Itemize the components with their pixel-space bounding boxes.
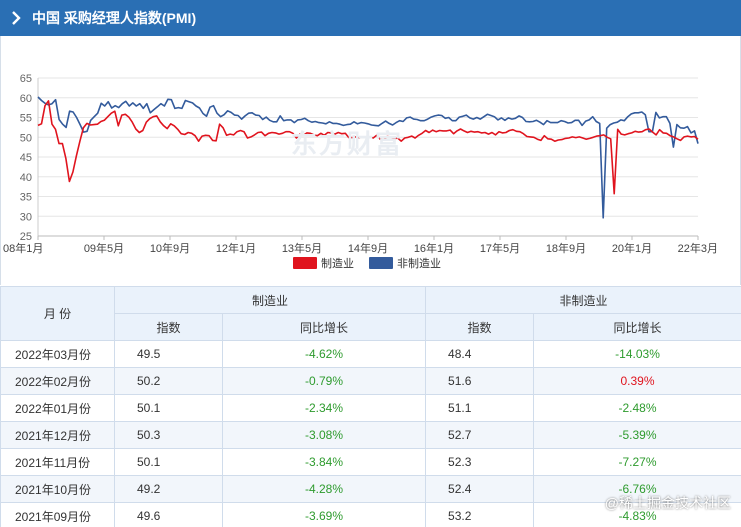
x-axis-ticks: 08年1月 09年5月 10年9月 12年1月 13年5月 14年9月 16年1月 17年5月… bbox=[3, 236, 718, 255]
month-cell: 2021年09月份 bbox=[0, 502, 115, 527]
x-tick-label: 16年1月 bbox=[414, 241, 454, 255]
x-tick-label: 20年1月 bbox=[612, 241, 652, 255]
mfg-index-cell: 49.6 bbox=[114, 502, 223, 527]
nonmfg-index-cell: 52.7 bbox=[425, 421, 535, 449]
mfg-yoy-cell: -3.08% bbox=[221, 421, 427, 449]
col-month-header: 月 份 bbox=[0, 286, 115, 341]
nonmfg-yoy-cell: -5.39% bbox=[533, 421, 741, 449]
x-tick-label: 10年9月 bbox=[150, 241, 190, 255]
nonmfg-yoy-cell: -14.03% bbox=[533, 340, 741, 368]
month-cell: 2021年10月份 bbox=[0, 475, 115, 503]
y-tick-label: 60 bbox=[20, 93, 32, 105]
table-row: 2021年12月份 50.3 -3.08% 52.7 -5.39% bbox=[0, 421, 741, 449]
y-tick-label: 40 bbox=[20, 172, 32, 184]
nonmfg-index-cell: 48.4 bbox=[425, 340, 535, 368]
panel-title: 中国 采购经理人指数(PMI) bbox=[32, 10, 197, 26]
mfg-yoy-cell: -3.84% bbox=[221, 448, 427, 476]
mfg-index-cell: 50.3 bbox=[114, 421, 223, 449]
x-tick-label: 22年3月 bbox=[678, 241, 718, 255]
chart-area: 东方财富 25 30 35 40 45 50 55 60 65 08年1月 09年5月 10年9月 1… bbox=[0, 36, 741, 285]
month-cell: 2022年01月份 bbox=[0, 394, 115, 422]
mfg-yoy-cell: -3.69% bbox=[221, 502, 427, 527]
y-axis-ticks: 25 30 35 40 45 50 55 60 65 bbox=[20, 73, 32, 243]
legend-label: 非制造业 bbox=[397, 256, 441, 270]
watermark: 东方财富 bbox=[291, 129, 404, 159]
x-tick-label: 17年5月 bbox=[480, 241, 520, 255]
month-cell: 2021年12月份 bbox=[0, 421, 115, 449]
legend-swatch bbox=[369, 257, 393, 269]
chart-legend: 制造业 非制造业 bbox=[293, 256, 441, 270]
mfg-yoy-cell: -2.34% bbox=[221, 394, 427, 422]
legend-label: 制造业 bbox=[321, 256, 354, 270]
pmi-table: 月 份 制造业 非制造业 指数 同比增长 指数 同比增长 2022年03月份 49… bbox=[0, 286, 741, 527]
nonmfg-index-cell: 52.3 bbox=[425, 448, 535, 476]
mfg-index-header: 指数 bbox=[114, 313, 223, 341]
x-tick-label: 12年1月 bbox=[216, 241, 256, 255]
y-tick-label: 55 bbox=[20, 113, 32, 125]
mfg-index-cell: 50.2 bbox=[114, 367, 223, 395]
y-tick-label: 25 bbox=[20, 231, 32, 243]
site-credit: @稀土掘金技术社区 bbox=[604, 495, 731, 511]
nonmfg-yoy-header: 同比增长 bbox=[533, 313, 741, 341]
month-cell: 2021年11月份 bbox=[0, 448, 115, 476]
panel-header[interactable]: 中国 采购经理人指数(PMI) bbox=[0, 0, 741, 36]
x-tick-label: 14年9月 bbox=[348, 241, 388, 255]
mfg-yoy-cell: -4.28% bbox=[221, 475, 427, 503]
nonmfg-index-cell: 53.2 bbox=[425, 502, 535, 527]
nonmfg-index-header: 指数 bbox=[425, 313, 535, 341]
pmi-panel: 中国 采购经理人指数(PMI) 东方财富 25 30 35 40 45 50 55 60 65 … bbox=[0, 0, 741, 527]
x-tick-label: 09年5月 bbox=[84, 241, 124, 255]
y-tick-label: 50 bbox=[20, 132, 32, 144]
mfg-yoy-cell: -4.62% bbox=[221, 340, 427, 368]
x-tick-label: 18年9月 bbox=[546, 241, 586, 255]
group-manufacturing-header: 制造业 bbox=[113, 286, 427, 314]
mfg-index-cell: 50.1 bbox=[114, 394, 223, 422]
nonmfg-index-cell: 51.1 bbox=[425, 394, 535, 422]
nonmfg-yoy-cell: -2.48% bbox=[533, 394, 741, 422]
month-cell: 2022年03月份 bbox=[0, 340, 115, 368]
table-row: 2022年03月份 49.5 -4.62% 48.4 -14.03% bbox=[0, 340, 741, 368]
table-row: 2022年01月份 50.1 -2.34% 51.1 -2.48% bbox=[0, 394, 741, 422]
mfg-index-cell: 49.5 bbox=[114, 340, 223, 368]
table-row: 2021年11月份 50.1 -3.84% 52.3 -7.27% bbox=[0, 448, 741, 476]
month-cell: 2022年02月份 bbox=[0, 367, 115, 395]
nonmfg-index-cell: 51.6 bbox=[425, 367, 535, 395]
legend-swatch bbox=[293, 257, 317, 269]
y-tick-label: 45 bbox=[20, 152, 32, 164]
x-tick-label: 13年5月 bbox=[282, 241, 322, 255]
nonmfg-yoy-cell: 0.39% bbox=[533, 367, 741, 395]
mfg-yoy-header: 同比增长 bbox=[221, 313, 427, 341]
group-non-manufacturing-header: 非制造业 bbox=[425, 286, 741, 314]
mfg-index-cell: 49.2 bbox=[114, 475, 223, 503]
chevron-right-icon[interactable] bbox=[0, 0, 32, 36]
y-tick-label: 30 bbox=[20, 211, 32, 223]
nonmfg-index-cell: 52.4 bbox=[425, 475, 535, 503]
mfg-yoy-cell: -0.79% bbox=[221, 367, 427, 395]
y-tick-label: 35 bbox=[20, 192, 32, 204]
table-row: 2022年02月份 50.2 -0.79% 51.6 0.39% bbox=[0, 367, 741, 395]
mfg-index-cell: 50.1 bbox=[114, 448, 223, 476]
x-tick-label: 08年1月 bbox=[3, 241, 43, 255]
nonmfg-yoy-cell: -7.27% bbox=[533, 448, 741, 476]
y-tick-label: 65 bbox=[20, 73, 32, 85]
